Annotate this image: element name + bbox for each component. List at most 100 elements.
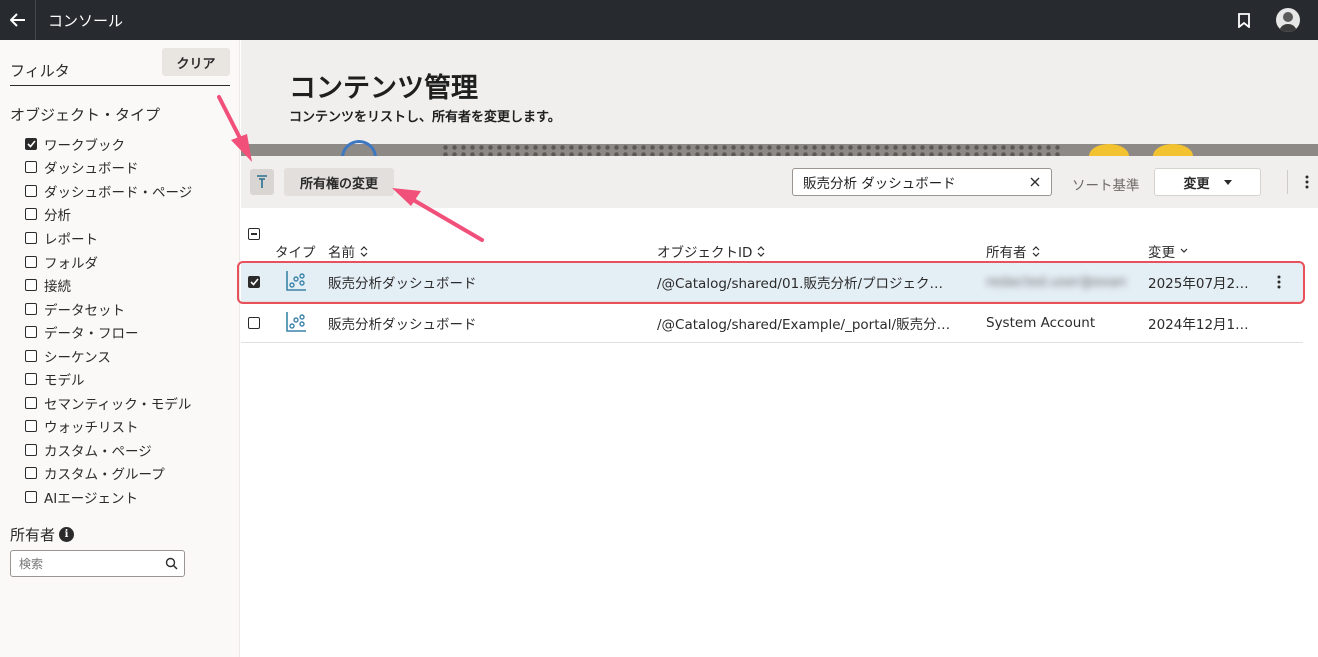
table-row[interactable]: 販売分析ダッシュボード /@Catalog/shared/Example/_por… [241,303,1303,343]
info-icon[interactable]: i [59,527,75,542]
object-type-label: ダッシュボード・ページ [44,184,193,201]
sort-dropdown-value: 変更 [1183,176,1210,192]
more-vertical-icon [1277,275,1281,289]
checkbox[interactable] [25,420,37,433]
filter-toggle-button[interactable] [250,169,274,195]
object-type-list: ワークブック ダッシュボードダッシュボード・ページ 分析レポートフォルダ 接続 データセ… [25,132,192,509]
search-icon[interactable] [165,557,178,570]
column-header-type: タイプ [275,241,316,261]
column-header-name[interactable]: 名前 [328,241,368,261]
checkbox[interactable] [25,326,37,339]
select-all-checkbox[interactable] [248,228,260,240]
object-type-label: 分析 [44,208,71,225]
app-title: コンソール [48,11,124,30]
checkbox[interactable] [25,373,37,386]
column-label-name: 名前 [328,245,355,261]
clear-search-button[interactable] [1027,174,1043,190]
row-object-id: /@Catalog/shared/01.販売分析/プロジェク… [657,276,943,292]
check-icon [26,140,36,148]
owner-filter-label: 所有者 [10,526,56,544]
filter-header: フィルタ クリア [10,48,230,86]
checkbox[interactable] [25,467,37,480]
checkbox[interactable] [25,255,37,268]
object-type-label: カスタム・ページ [44,443,152,460]
table-row[interactable]: 販売分析ダッシュボード /@Catalog/shared/01.販売分析/プロジェ… [241,262,1303,302]
workbook-type-icon [285,311,307,337]
checkbox[interactable] [25,349,37,362]
checkbox[interactable] [25,279,37,292]
checkbox[interactable] [25,161,37,174]
filter-icon [257,175,267,188]
workbook-icon [286,312,306,332]
object-type-label: ワークブック [44,137,125,154]
row-more-button[interactable] [1270,272,1288,292]
sort-toggle-icon [1032,245,1039,257]
object-type-label: レポート [44,231,98,248]
column-header-owner[interactable]: 所有者 [986,241,1040,261]
checkbox[interactable] [25,443,37,456]
toolbar-divider [1287,170,1288,194]
object-type-option[interactable]: AIエージェント [25,485,192,509]
more-vertical-icon [1305,175,1309,189]
content-toolbar: 所有権の変更 ソート基準 変更 [241,156,1318,208]
column-label-object-id: オブジェクトID [657,245,753,261]
checkbox[interactable] [25,302,37,315]
checkbox[interactable] [25,490,37,503]
chevron-down-icon [1180,248,1188,253]
object-type-option[interactable]: ダッシュボード・ページ [25,179,192,203]
object-type-option[interactable]: シーケンス [25,344,192,368]
checkbox[interactable] [25,231,37,244]
checkbox[interactable] [25,137,37,150]
column-header-modified[interactable]: 変更 [1148,241,1188,261]
user-avatar-icon [1279,12,1297,32]
back-button[interactable] [0,0,36,40]
back-arrow-icon [9,13,25,27]
checkbox[interactable] [25,184,37,197]
sort-dropdown[interactable]: 変更 [1154,168,1261,196]
object-type-option[interactable]: フォルダ [25,250,192,274]
row-owner: redacted.user@example [986,274,1126,290]
sort-toggle-icon [360,245,368,257]
object-type-label: ダッシュボード [44,161,139,178]
object-type-option[interactable]: レポート [25,226,192,250]
object-type-option[interactable]: カスタム・グループ [25,462,192,486]
object-type-option[interactable]: 分析 [25,203,192,227]
object-type-option[interactable]: ワークブック [25,132,192,156]
bookmark-icon [1238,12,1250,28]
object-type-label: シーケンス [44,349,111,366]
toolbar-more-button[interactable] [1299,172,1315,192]
checkbox[interactable] [25,396,37,409]
row-modified: 2025年07月2… [1148,276,1249,292]
top-bar: コンソール [0,0,1318,40]
object-type-label: セマンティック・モデル [44,396,192,413]
bookmark-button[interactable] [1234,10,1254,30]
row-name[interactable]: 販売分析ダッシュボード [328,262,628,302]
object-type-option[interactable]: ダッシュボード [25,156,192,180]
page-subtitle: コンテンツをリストし、所有者を変更します。 [289,110,561,125]
object-type-label: ウォッチリスト [44,420,139,437]
content-search-input[interactable] [803,169,1023,195]
change-ownership-button[interactable]: 所有権の変更 [284,168,394,196]
checkbox[interactable] [25,208,37,221]
object-type-label: データ・フロー [44,326,139,343]
object-type-option[interactable]: データ・フロー [25,320,192,344]
object-type-option[interactable]: 接続 [25,273,192,297]
column-label-modified: 変更 [1148,245,1175,261]
owner-search-input[interactable] [19,551,159,576]
column-header-object-id[interactable]: オブジェクトID [657,241,765,261]
row-name[interactable]: 販売分析ダッシュボード [328,303,628,343]
sort-label: ソート基準 [1072,178,1140,194]
object-type-option[interactable]: ウォッチリスト [25,415,192,439]
object-type-option[interactable]: データセット [25,297,192,321]
column-label-owner: 所有者 [986,245,1027,261]
row-checkbox[interactable] [248,317,260,329]
object-type-label: モデル [44,373,85,390]
header-decoration-ring [341,140,377,156]
object-type-option[interactable]: セマンティック・モデル [25,391,192,415]
avatar[interactable] [1276,8,1300,32]
object-type-option[interactable]: モデル [25,367,192,391]
object-type-option[interactable]: カスタム・ページ [25,438,192,462]
object-type-label: AIエージェント [44,490,138,507]
row-checkbox[interactable] [248,276,260,288]
clear-filter-button[interactable]: クリア [162,48,230,76]
